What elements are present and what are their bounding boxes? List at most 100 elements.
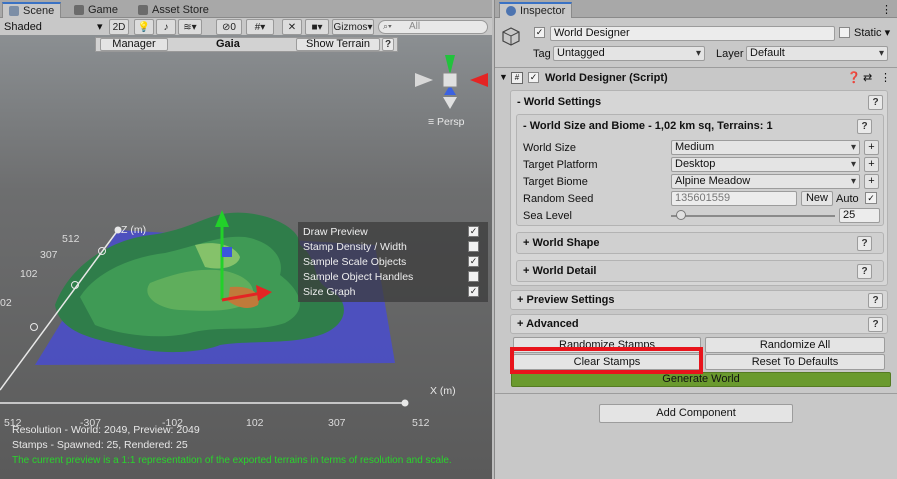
target-platform-plus-button[interactable]: + bbox=[864, 157, 879, 172]
gaia-help-button[interactable]: ? bbox=[382, 38, 394, 51]
tools-icon[interactable]: ✕ bbox=[282, 19, 302, 35]
preview-settings-panel: + Preview Settings ? bbox=[510, 290, 888, 310]
sea-level-field[interactable]: 25 bbox=[839, 208, 880, 223]
component-menu-icon[interactable]: ⋮ bbox=[880, 71, 891, 84]
target-biome-dropdown[interactable]: Alpine Meadow bbox=[671, 174, 860, 189]
static-label[interactable]: Static ▾ bbox=[854, 26, 890, 39]
active-checkbox[interactable]: ✓ bbox=[534, 27, 545, 38]
divider bbox=[495, 67, 897, 68]
tag-dropdown[interactable]: Untagged bbox=[553, 46, 705, 61]
z-tick: 512 bbox=[62, 233, 80, 245]
preview-settings-help-button[interactable]: ? bbox=[868, 293, 883, 308]
persp-icon: ≡ bbox=[428, 116, 438, 128]
search-icon: ⌕▾ bbox=[383, 21, 392, 31]
x-axis-label: X (m) bbox=[430, 385, 456, 397]
foldout-arrow-icon[interactable]: ▼ bbox=[499, 72, 508, 82]
reset-defaults-button[interactable]: Reset To Defaults bbox=[705, 354, 885, 370]
world-size-dropdown[interactable]: Medium bbox=[671, 140, 860, 155]
generate-world-button[interactable]: Generate World bbox=[511, 372, 891, 387]
object-name-field[interactable]: World Designer bbox=[550, 26, 835, 41]
manager-button[interactable]: Manager bbox=[100, 38, 168, 51]
grid-icon[interactable]: #▾ bbox=[246, 19, 274, 35]
tab-inspector[interactable]: Inspector bbox=[499, 2, 573, 18]
sample-handles-checkbox[interactable] bbox=[468, 271, 479, 282]
auto-label: Auto bbox=[836, 193, 859, 205]
scene-view[interactable]: Manager Gaia Show Terrain ? ≡ Persp Z (m… bbox=[0, 35, 492, 479]
world-settings-help-button[interactable]: ? bbox=[868, 95, 883, 110]
random-seed-label: Random Seed bbox=[523, 193, 594, 205]
store-icon bbox=[138, 5, 148, 15]
preset-icon[interactable]: ⇄ bbox=[863, 71, 872, 84]
search-input[interactable]: ⌕▾ All bbox=[378, 20, 488, 34]
world-shape-help-button[interactable]: ? bbox=[857, 236, 872, 251]
size-graph-checkbox[interactable]: ✓ bbox=[468, 286, 479, 297]
new-seed-button[interactable]: New bbox=[801, 191, 833, 206]
scene-icon bbox=[9, 6, 19, 16]
z-tick: 02 bbox=[0, 297, 12, 309]
target-biome-plus-button[interactable]: + bbox=[864, 174, 879, 189]
sample-scale-checkbox[interactable]: ✓ bbox=[468, 256, 479, 267]
world-size-plus-button[interactable]: + bbox=[864, 140, 879, 155]
tab-scene[interactable]: Scene bbox=[2, 2, 62, 18]
shading-dropdown[interactable]: Shaded ▾ bbox=[4, 20, 103, 33]
auto-checkbox[interactable]: ✓ bbox=[865, 192, 877, 204]
advanced-help-button[interactable]: ? bbox=[868, 317, 883, 332]
tab-game[interactable]: Game bbox=[68, 2, 124, 18]
static-checkbox[interactable] bbox=[839, 27, 850, 38]
overlay-row-stamp-density[interactable]: Stamp Density / Width bbox=[303, 239, 483, 254]
persp-label[interactable]: ≡ Persp bbox=[428, 116, 464, 128]
world-shape-header[interactable]: + World Shape bbox=[523, 237, 600, 249]
layer-dropdown[interactable]: Default bbox=[746, 46, 888, 61]
audio-icon[interactable]: ♪ bbox=[156, 19, 176, 35]
help-icon[interactable]: ❓ bbox=[847, 71, 861, 84]
status-stamps: Stamps - Spawned: 25, Rendered: 25 bbox=[12, 439, 188, 451]
tag-label: Tag bbox=[533, 48, 551, 60]
tab-asset-store[interactable]: Asset Store bbox=[132, 2, 215, 18]
z-tick: 307 bbox=[40, 249, 58, 261]
hidden-objects-icon[interactable]: ⊘ 0 bbox=[216, 19, 242, 35]
component-enabled-checkbox[interactable]: ✓ bbox=[528, 72, 539, 83]
sea-level-slider-thumb[interactable] bbox=[675, 210, 686, 220]
preview-settings-header[interactable]: + Preview Settings bbox=[517, 294, 615, 306]
stamp-density-checkbox[interactable] bbox=[468, 241, 479, 252]
z-axis-label: Z (m) bbox=[121, 224, 147, 236]
scene-toolbar: Shaded ▾ 2D 💡 ♪ ≋▾ ⊘ 0 #▾ ✕ ■▾ Gizmos ▾ ⌕▾… bbox=[0, 18, 492, 36]
x-tick: 102 bbox=[246, 417, 264, 429]
advanced-header[interactable]: + Advanced bbox=[517, 318, 579, 330]
advanced-panel: + Advanced ? bbox=[510, 314, 888, 334]
effects-icon[interactable]: ≋▾ bbox=[178, 19, 202, 35]
layer-label: Layer bbox=[716, 48, 744, 60]
lighting-icon[interactable]: 💡 bbox=[134, 19, 154, 35]
world-size-biome-header[interactable]: - World Size and Biome - 1,02 km sq, Ter… bbox=[523, 120, 773, 132]
show-terrain-button[interactable]: Show Terrain bbox=[296, 38, 380, 51]
world-detail-header[interactable]: + World Detail bbox=[523, 265, 596, 277]
z-tick: 102 bbox=[20, 268, 38, 280]
overlay-row-sample-handles[interactable]: Sample Object Handles bbox=[303, 269, 483, 284]
mode-2d-button[interactable]: 2D bbox=[109, 19, 129, 35]
overlay-row-sample-scale[interactable]: Sample Scale Objects ✓ bbox=[303, 254, 483, 269]
inspector-menu-icon[interactable]: ⋮ bbox=[881, 3, 892, 16]
randomize-all-button[interactable]: Randomize All bbox=[705, 337, 885, 353]
target-platform-dropdown[interactable]: Desktop bbox=[671, 157, 860, 172]
random-seed-field[interactable]: 135601559 bbox=[671, 191, 797, 206]
world-size-help-button[interactable]: ? bbox=[857, 119, 872, 134]
gizmos-dropdown[interactable]: Gizmos ▾ bbox=[332, 19, 374, 35]
camera-icon[interactable]: ■▾ bbox=[305, 19, 329, 35]
world-size-biome-panel: - World Size and Biome - 1,02 km sq, Ter… bbox=[516, 114, 884, 226]
world-detail-help-button[interactable]: ? bbox=[857, 264, 872, 279]
sea-level-slider-track[interactable] bbox=[671, 215, 835, 217]
inspector-tab-bar: Inspector ⋮ bbox=[495, 0, 897, 18]
gaia-bar: Manager Gaia Show Terrain ? bbox=[95, 37, 398, 52]
target-platform-label: Target Platform bbox=[523, 159, 598, 171]
overlay-row-size-graph[interactable]: Size Graph ✓ bbox=[303, 284, 483, 299]
divider bbox=[495, 393, 897, 394]
draw-preview-checkbox[interactable]: ✓ bbox=[468, 226, 479, 237]
add-component-button[interactable]: Add Component bbox=[599, 404, 793, 423]
script-icon: # bbox=[511, 72, 523, 84]
overlay-row-draw-preview[interactable]: Draw Preview ✓ bbox=[303, 224, 483, 239]
x-tick: 512 bbox=[412, 417, 430, 429]
sea-level-label: Sea Level bbox=[523, 210, 572, 222]
world-size-label: World Size bbox=[523, 142, 576, 154]
preview-overlay-menu: Draw Preview ✓ Stamp Density / Width Samp… bbox=[298, 222, 488, 302]
world-settings-header[interactable]: - World Settings bbox=[517, 96, 601, 108]
